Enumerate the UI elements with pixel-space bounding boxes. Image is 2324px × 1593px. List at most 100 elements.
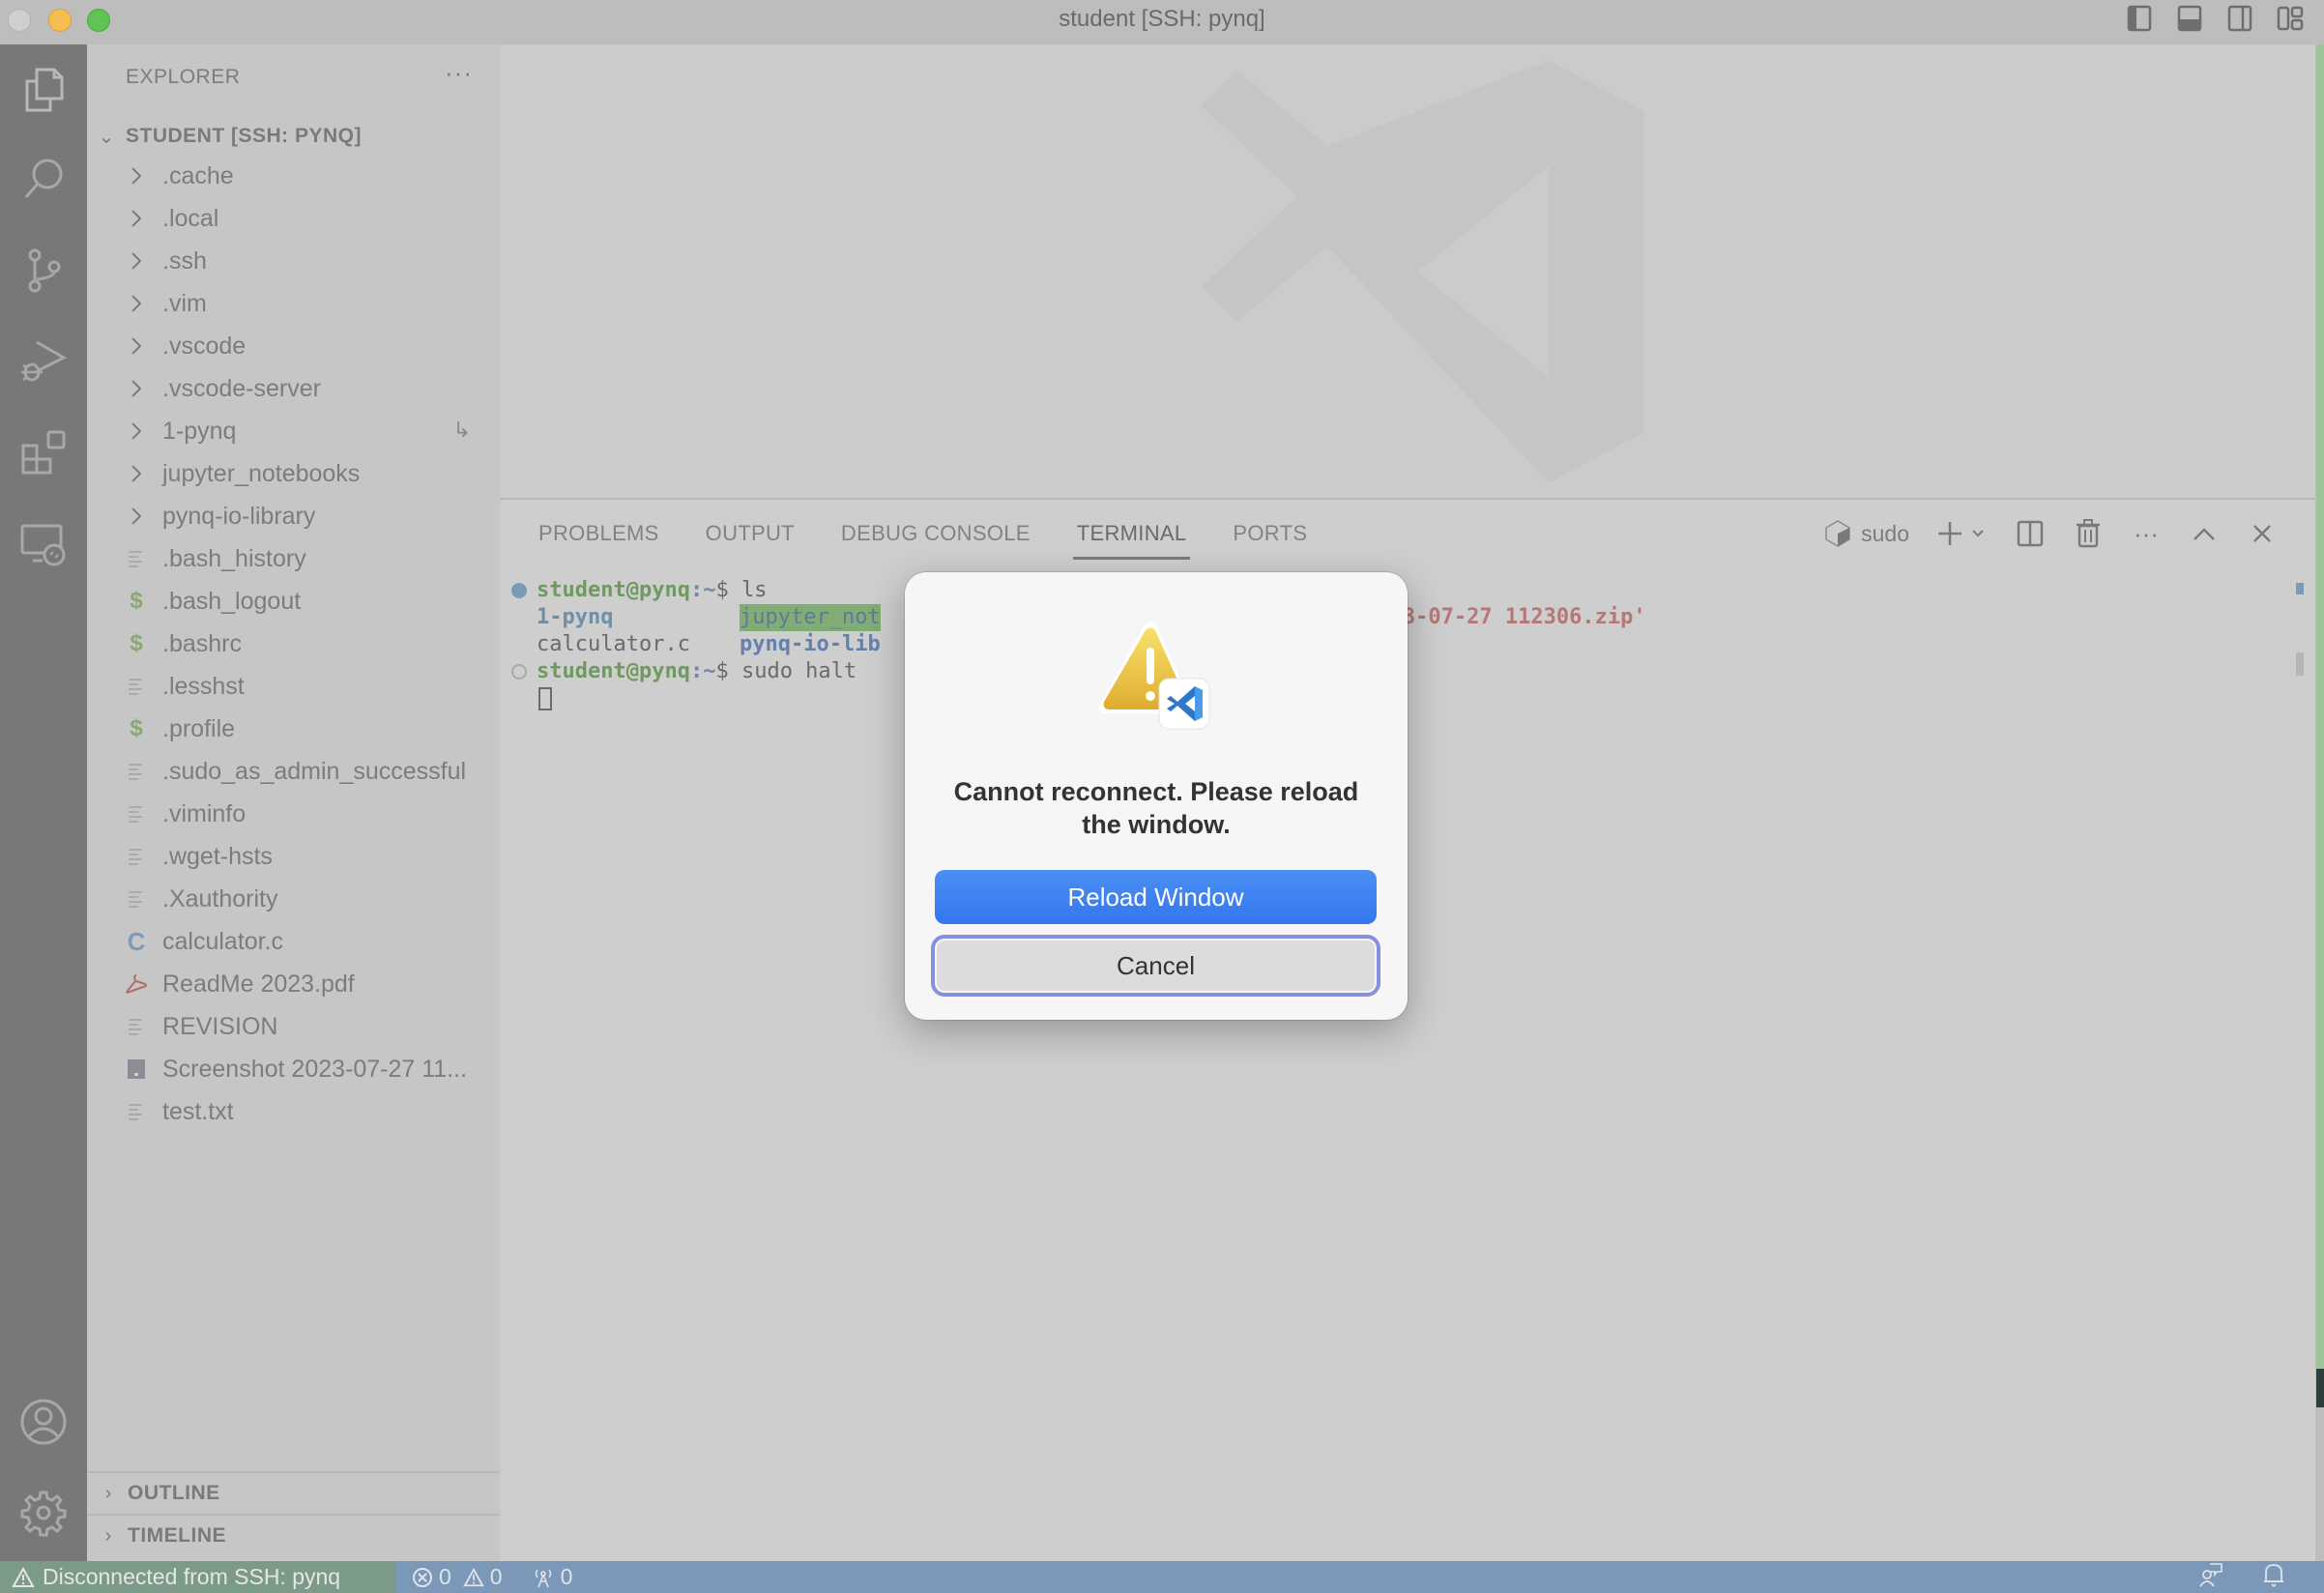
source-control-icon[interactable]	[17, 245, 70, 297]
new-terminal-button[interactable]	[1938, 519, 1987, 548]
split-terminal-icon[interactable]	[2016, 519, 2045, 548]
explorer-icon[interactable]	[17, 64, 70, 116]
file-name: .vim	[162, 289, 207, 317]
terminal-instance-selector[interactable]: sudo	[1824, 519, 1909, 548]
remote-explorer-icon[interactable]	[17, 518, 70, 570]
manage-gear-icon[interactable]	[17, 1487, 70, 1539]
tab-problems[interactable]: PROBLEMS	[538, 521, 659, 560]
folder-item[interactable]: .vscode	[87, 325, 500, 367]
file-item[interactable]: .wget-hsts	[87, 835, 500, 878]
file-name: ReadMe 2023.pdf	[162, 970, 355, 998]
run-debug-icon[interactable]	[17, 334, 70, 387]
file-item[interactable]: $ .profile	[87, 708, 500, 750]
maximize-panel-chevron-up-icon[interactable]	[2190, 519, 2219, 548]
window-edge	[2316, 1369, 2324, 1407]
terminal-scrollbar-thumb[interactable]	[2296, 652, 2304, 676]
file-name: .vscode	[162, 332, 247, 360]
text-file-icon	[122, 1102, 151, 1121]
folder-item[interactable]: .vim	[87, 282, 500, 325]
chevron-right-icon	[122, 420, 151, 442]
file-item[interactable]: .Xauthority	[87, 878, 500, 920]
vscode-window: student [SSH: pynq] EXPLORER ··· ⌄ STUDE…	[0, 0, 2324, 1593]
file-item[interactable]: ReadMe 2023.pdf	[87, 963, 500, 1005]
chevron-right-icon	[122, 293, 151, 314]
ports-count: 0	[560, 1564, 573, 1589]
explorer-more-actions-button[interactable]: ···	[445, 58, 473, 88]
folder-item[interactable]: pynq-io-library	[87, 495, 500, 537]
cancel-button[interactable]: Cancel	[931, 935, 1380, 997]
dialog-message: Cannot reconnect. Please reload the wind…	[953, 777, 1359, 839]
extensions-icon[interactable]	[17, 426, 70, 478]
tab-output[interactable]: OUTPUT	[706, 521, 795, 560]
reload-window-button[interactable]: Reload Window	[935, 870, 1377, 924]
chevron-right-icon	[122, 250, 151, 272]
command-success-decoration-icon[interactable]	[511, 583, 527, 598]
activity-bar	[0, 44, 87, 1561]
folder-item[interactable]: 1-pynq ↳	[87, 410, 500, 452]
explorer-sidebar: EXPLORER ··· ⌄ STUDENT [SSH: PYNQ] .cach…	[87, 44, 500, 1561]
toggle-primary-sidebar-icon[interactable]	[2125, 4, 2154, 33]
warning-count: 0	[489, 1564, 503, 1589]
search-icon[interactable]	[17, 154, 70, 206]
problems-status[interactable]: 0 0	[412, 1564, 503, 1590]
text-file-icon	[122, 762, 151, 781]
file-name: .cache	[162, 161, 234, 189]
folder-item[interactable]: .ssh	[87, 240, 500, 282]
folder-item[interactable]: .vscode-server	[87, 367, 500, 410]
chevron-right-icon	[122, 378, 151, 399]
timeline-section[interactable]: › TIMELINE	[87, 1514, 500, 1556]
tab-terminal[interactable]: TERMINAL	[1072, 521, 1191, 560]
feedback-icon[interactable]	[2198, 1562, 2223, 1592]
close-panel-icon[interactable]	[2248, 519, 2277, 548]
file-item[interactable]: .lesshst	[87, 665, 500, 708]
file-item[interactable]: .sudo_as_admin_successful	[87, 750, 500, 793]
toggle-secondary-sidebar-icon[interactable]	[2225, 4, 2254, 33]
file-item[interactable]: $ .bash_logout	[87, 580, 500, 623]
kill-terminal-trash-icon[interactable]	[2074, 519, 2103, 548]
toggle-panel-icon[interactable]	[2175, 4, 2204, 33]
file-name: 1-pynq	[162, 417, 237, 445]
customize-layout-icon[interactable]	[2276, 4, 2305, 33]
text-file-icon	[122, 549, 151, 568]
file-name: .viminfo	[162, 799, 247, 827]
warning-icon	[12, 1566, 35, 1587]
file-name: .wget-hsts	[162, 842, 273, 870]
symlink-arrow-icon: ↳	[452, 418, 471, 442]
shell-script-icon: $	[130, 588, 143, 614]
more-actions-icon[interactable]: ···	[2132, 519, 2161, 548]
file-item[interactable]: REVISION	[87, 1005, 500, 1048]
text-file-icon	[122, 804, 151, 824]
chevron-right-icon: ›	[104, 1482, 112, 1504]
explorer-title: EXPLORER	[126, 66, 241, 88]
folder-item[interactable]: .local	[87, 197, 500, 240]
file-item[interactable]: Ccalculator.c	[87, 920, 500, 963]
bash-shell-icon	[1825, 520, 1850, 547]
text-file-icon	[122, 847, 151, 866]
file-item[interactable]: .viminfo	[87, 793, 500, 835]
editor-area	[500, 44, 2315, 498]
scrollbar-marker	[2296, 583, 2304, 594]
c-file-icon: C	[127, 926, 146, 956]
tab-debug-console[interactable]: DEBUG CONSOLE	[841, 521, 1031, 560]
outline-section[interactable]: › OUTLINE	[87, 1471, 500, 1514]
chevron-right-icon: ›	[104, 1524, 112, 1547]
folder-item[interactable]: jupyter_notebooks	[87, 452, 500, 495]
file-item[interactable]: $ .bashrc	[87, 623, 500, 665]
remote-indicator[interactable]: Disconnected from SSH: pynq	[0, 1561, 396, 1593]
text-file-icon	[122, 1017, 151, 1036]
reconnect-dialog: Cannot reconnect. Please reload the wind…	[905, 572, 1408, 1020]
window-edge	[2316, 44, 2324, 1369]
ports-status[interactable]: 0	[532, 1564, 573, 1590]
text-file-icon	[122, 677, 151, 696]
notifications-bell-icon[interactable]	[2262, 1562, 2285, 1592]
folder-item[interactable]: .cache	[87, 155, 500, 197]
file-item[interactable]: test.txt	[87, 1090, 500, 1133]
status-bar-right	[2198, 1561, 2285, 1593]
file-item[interactable]: Screenshot 2023-07-27 11...	[87, 1048, 500, 1090]
workspace-root-folder[interactable]: ⌄ STUDENT [SSH: PYNQ]	[87, 117, 500, 156]
file-name: Screenshot 2023-07-27 11...	[162, 1055, 468, 1083]
accounts-icon[interactable]	[17, 1396, 70, 1448]
command-running-decoration-icon[interactable]	[511, 664, 527, 680]
tab-ports[interactable]: PORTS	[1233, 521, 1307, 560]
file-item[interactable]: .bash_history	[87, 537, 500, 580]
